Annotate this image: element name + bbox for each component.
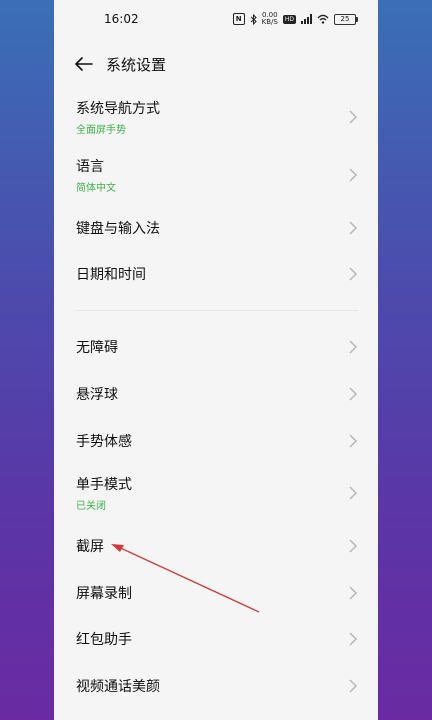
- item-label: 视频通话美颜: [76, 679, 160, 695]
- chevron-right-icon: [349, 221, 358, 235]
- bluetooth-icon: [250, 13, 257, 25]
- page-title: 系统设置: [106, 55, 167, 74]
- settings-item-video-beauty[interactable]: 视频通话美颜: [54, 668, 378, 704]
- network-speed: 0.00 KB/S: [262, 12, 278, 26]
- chevron-right-icon: [349, 168, 358, 182]
- phone-screen: 16:02 N 0.00 KB/S HD 25 系统设置 系统导航方式全面屏手势…: [54, 0, 378, 720]
- item-label: 单手模式: [76, 477, 132, 493]
- chevron-right-icon: [349, 539, 358, 553]
- item-label: 红包助手: [76, 632, 132, 648]
- item-label: 系统导航方式: [76, 101, 160, 117]
- status-icons: N 0.00 KB/S HD 25: [232, 12, 358, 26]
- item-label: 无障碍: [76, 340, 118, 356]
- item-label: 日期和时间: [76, 267, 146, 283]
- nfc-icon: N: [232, 13, 245, 25]
- chevron-right-icon: [349, 387, 358, 401]
- wifi-icon: [317, 14, 329, 24]
- chevron-right-icon: [349, 340, 358, 354]
- settings-item-screen-recording[interactable]: 屏幕录制: [54, 575, 378, 611]
- hd-icon: HD: [282, 14, 296, 24]
- chevron-right-icon: [349, 434, 358, 448]
- settings-item-keyboard[interactable]: 键盘与输入法: [54, 210, 378, 246]
- settings-item-floating-ball[interactable]: 悬浮球: [54, 376, 378, 412]
- settings-item-navigation[interactable]: 系统导航方式全面屏手势: [54, 94, 378, 140]
- chevron-right-icon: [349, 110, 358, 124]
- item-sub: 简体中文: [76, 183, 116, 194]
- signal-icon: [301, 14, 312, 24]
- item-label: 手势体感: [76, 434, 132, 450]
- item-label: 键盘与输入法: [76, 221, 160, 237]
- back-arrow-icon: [75, 57, 93, 71]
- item-label: 悬浮球: [76, 387, 118, 403]
- status-bar: 16:02 N 0.00 KB/S HD 25: [54, 0, 378, 40]
- item-label: 截屏: [76, 539, 104, 555]
- back-button[interactable]: [74, 54, 94, 74]
- settings-item-red-packet[interactable]: 红包助手: [54, 621, 378, 657]
- settings-item-screenshot[interactable]: 截屏: [54, 528, 378, 564]
- settings-item-datetime[interactable]: 日期和时间: [54, 256, 378, 292]
- settings-item-gestures[interactable]: 手势体感: [54, 423, 378, 459]
- network-speed-unit: KB/S: [261, 18, 278, 26]
- section-divider: [76, 310, 358, 311]
- battery-icon: 25: [334, 13, 358, 25]
- chevron-right-icon: [349, 267, 358, 281]
- item-sub: 已关闭: [76, 501, 106, 512]
- item-sub: 全面屏手势: [76, 125, 126, 136]
- status-time: 16:02: [104, 12, 139, 26]
- item-label: 语言: [76, 159, 104, 175]
- chevron-right-icon: [349, 486, 358, 500]
- chevron-right-icon: [349, 586, 358, 600]
- chevron-right-icon: [349, 632, 358, 646]
- item-label: 屏幕录制: [76, 586, 132, 602]
- header: 系统设置: [54, 46, 378, 82]
- settings-item-one-hand-mode[interactable]: 单手模式 已关闭: [54, 470, 378, 516]
- settings-item-accessibility[interactable]: 无障碍: [54, 329, 378, 365]
- settings-item-language[interactable]: 语言 简体中文: [54, 152, 378, 198]
- chevron-right-icon: [349, 679, 358, 693]
